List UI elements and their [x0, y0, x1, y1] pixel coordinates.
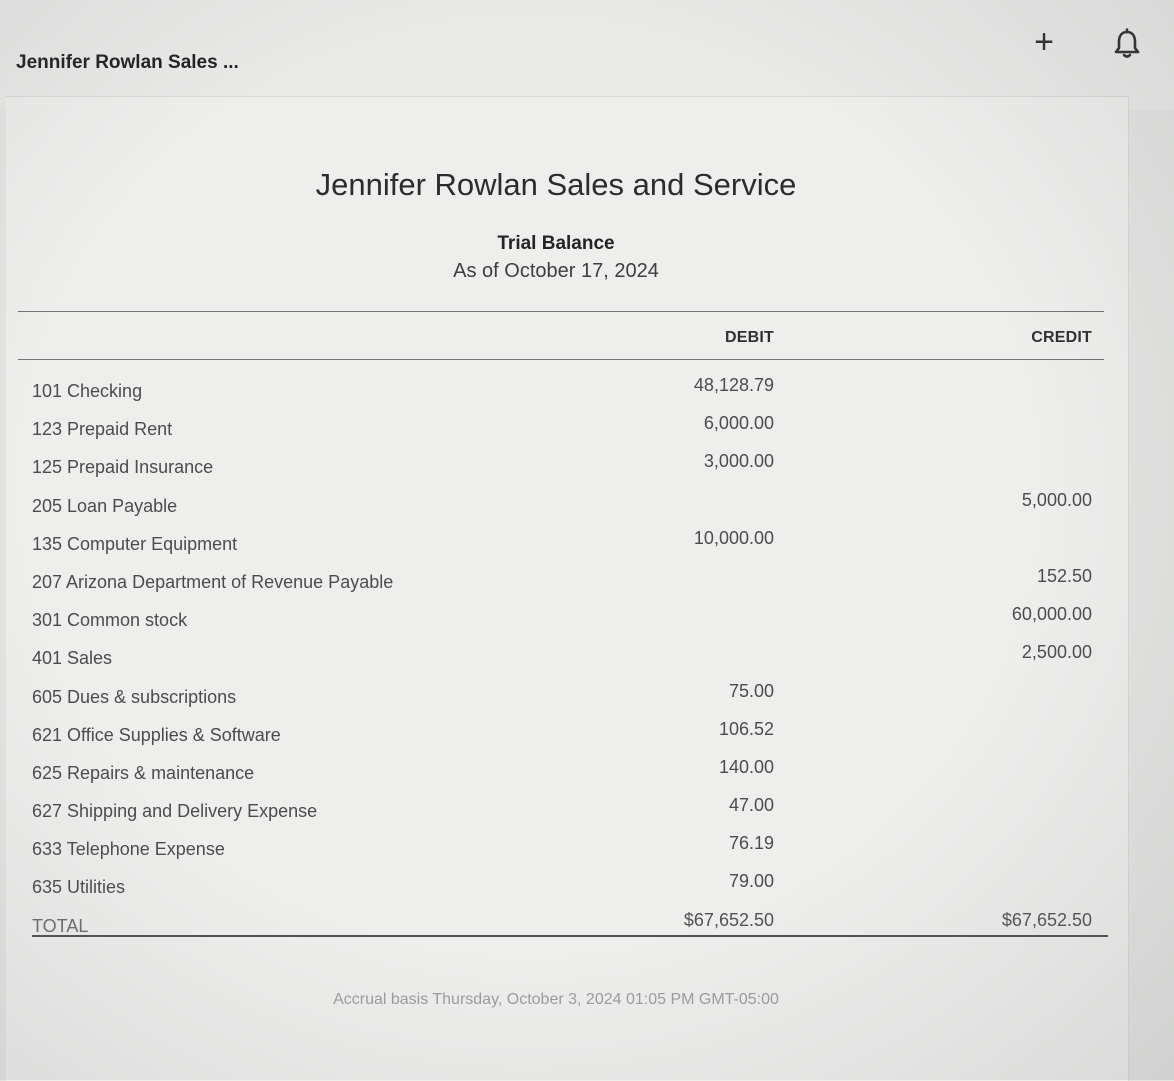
- header-bottom-rule: [18, 359, 1104, 360]
- plus-icon[interactable]: +: [1028, 24, 1060, 60]
- header-top-rule: [18, 311, 1104, 312]
- table-row[interactable]: 401 Sales 2,500.00: [6, 642, 1106, 680]
- debit-amount[interactable]: 6,000.00: [606, 413, 774, 434]
- table-row[interactable]: 633 Telephone Expense 76.19: [6, 833, 1106, 871]
- account-name[interactable]: 635 Utilities: [32, 877, 125, 898]
- top-bar: Jennifer Rowlan Sales ... +: [0, 0, 1174, 110]
- account-name[interactable]: 605 Dues & subscriptions: [32, 687, 236, 708]
- report-title: Trial Balance: [497, 233, 615, 254]
- table-row[interactable]: 301 Common stock 60,000.00: [6, 604, 1106, 642]
- debit-amount[interactable]: 10,000.00: [606, 528, 774, 549]
- total-debit[interactable]: $67,652.50: [606, 910, 774, 931]
- company-name[interactable]: Jennifer Rowlan Sales ...: [16, 52, 239, 74]
- debit-amount[interactable]: 76.19: [606, 833, 774, 854]
- credit-amount[interactable]: 152.50: [906, 566, 1092, 587]
- table-row[interactable]: 605 Dues & subscriptions 75.00: [6, 681, 1106, 719]
- total-double-rule: [32, 935, 1108, 937]
- debit-amount[interactable]: 3,000.00: [606, 451, 774, 472]
- table-row[interactable]: 135 Computer Equipment 10,000.00: [6, 528, 1106, 566]
- credit-column-header[interactable]: CREDIT: [936, 329, 1092, 347]
- table-row[interactable]: 123 Prepaid Rent 6,000.00: [6, 413, 1106, 451]
- total-row: TOTAL $67,652.50 $67,652.50: [6, 910, 1106, 948]
- debit-column-header[interactable]: DEBIT: [646, 329, 774, 347]
- table-row[interactable]: 635 Utilities 79.00: [6, 871, 1106, 909]
- report-company-name: Jennifer Rowlan Sales and Service: [315, 167, 797, 202]
- total-credit[interactable]: $67,652.50: [906, 910, 1092, 931]
- report-date: As of October 17, 2024: [453, 260, 659, 282]
- credit-amount[interactable]: 2,500.00: [906, 642, 1092, 663]
- account-name[interactable]: 401 Sales: [32, 648, 112, 669]
- debit-amount[interactable]: 140.00: [606, 757, 774, 778]
- account-name[interactable]: 627 Shipping and Delivery Expense: [32, 801, 317, 822]
- total-label: TOTAL: [32, 915, 89, 936]
- account-name[interactable]: 633 Telephone Expense: [32, 839, 225, 860]
- account-name[interactable]: 621 Office Supplies & Software: [32, 725, 281, 746]
- account-name[interactable]: 123 Prepaid Rent: [32, 419, 172, 440]
- debit-amount[interactable]: 79.00: [606, 871, 774, 892]
- debit-amount[interactable]: 106.52: [606, 719, 774, 740]
- account-name[interactable]: 135 Computer Equipment: [32, 534, 237, 555]
- trial-balance-table: 101 Checking 48,128.79 123 Prepaid Rent …: [6, 375, 1106, 948]
- report-panel: Jennifer Rowlan Sales and Service Trial …: [6, 96, 1129, 1081]
- debit-amount[interactable]: 75.00: [606, 681, 774, 702]
- table-row[interactable]: 101 Checking 48,128.79: [6, 375, 1106, 413]
- table-row[interactable]: 205 Loan Payable 5,000.00: [6, 490, 1106, 528]
- account-name[interactable]: 207 Arizona Department of Revenue Payabl…: [32, 572, 393, 593]
- table-row[interactable]: 207 Arizona Department of Revenue Payabl…: [6, 566, 1106, 604]
- table-row[interactable]: 627 Shipping and Delivery Expense 47.00: [6, 795, 1106, 833]
- account-name[interactable]: 205 Loan Payable: [32, 496, 177, 517]
- bell-icon[interactable]: [1112, 28, 1142, 60]
- debit-amount[interactable]: 48,128.79: [606, 375, 774, 396]
- account-name[interactable]: 301 Common stock: [32, 610, 187, 631]
- table-row[interactable]: 621 Office Supplies & Software 106.52: [6, 719, 1106, 757]
- table-row[interactable]: 125 Prepaid Insurance 3,000.00: [6, 451, 1106, 489]
- credit-amount[interactable]: 60,000.00: [906, 604, 1092, 625]
- account-name[interactable]: 125 Prepaid Insurance: [32, 457, 213, 478]
- table-row[interactable]: 625 Repairs & maintenance 140.00: [6, 757, 1106, 795]
- credit-amount[interactable]: 5,000.00: [906, 490, 1092, 511]
- report-footer: Accrual basis Thursday, October 3, 2024 …: [333, 991, 779, 1008]
- debit-amount[interactable]: 47.00: [606, 795, 774, 816]
- account-name[interactable]: 625 Repairs & maintenance: [32, 763, 254, 784]
- account-name[interactable]: 101 Checking: [32, 381, 142, 402]
